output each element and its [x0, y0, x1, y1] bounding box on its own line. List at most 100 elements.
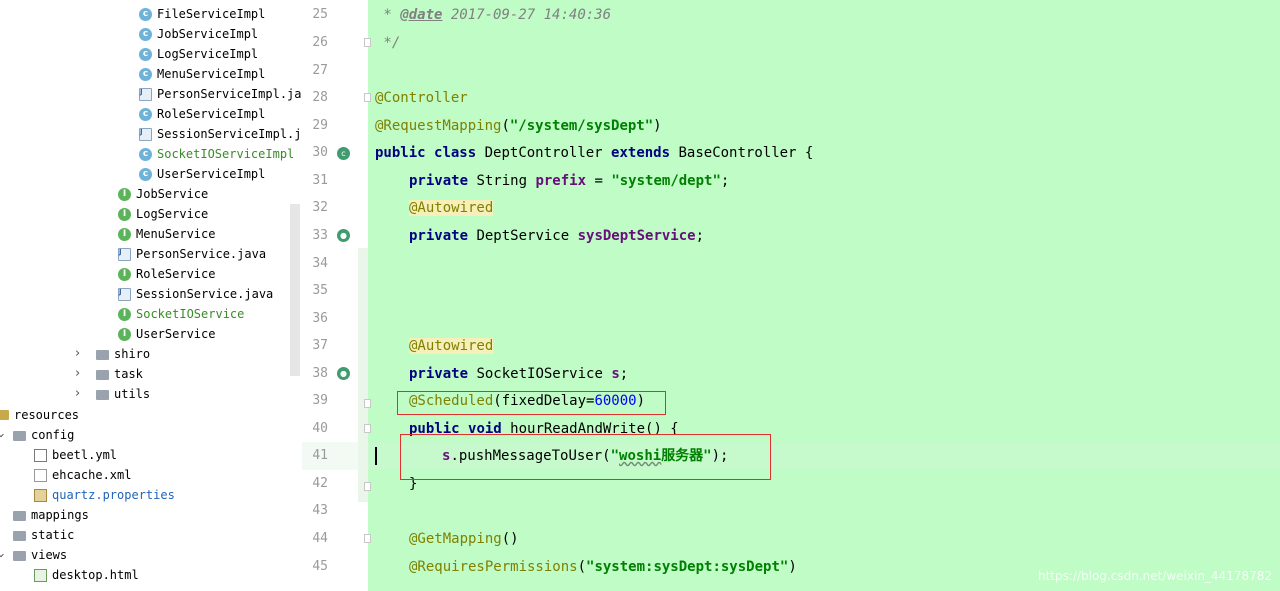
chevron-down-icon[interactable]: ›	[0, 553, 8, 558]
tree-item-label: MenuService	[136, 227, 216, 241]
tree-item[interactable]: c RoleServiceImpl	[139, 104, 265, 124]
folder-icon	[13, 550, 26, 561]
line-number[interactable]: 30	[302, 139, 328, 167]
interface-icon: I	[118, 327, 131, 341]
line-number[interactable]: 31	[302, 167, 328, 195]
fold-marker[interactable]	[364, 93, 371, 102]
fold-marker[interactable]	[364, 534, 371, 543]
properties-file-icon	[34, 488, 47, 502]
bean-gutter-icon[interactable]: ●	[337, 229, 350, 242]
tree-folder[interactable]: utils	[96, 384, 150, 404]
highlight-box-push-call	[400, 434, 771, 480]
line-number[interactable]: 41	[302, 442, 328, 470]
tree-item[interactable]: I SocketIOService	[118, 304, 244, 324]
line-number[interactable]: 42	[302, 470, 328, 498]
tree-item[interactable]: c UserServiceImpl	[139, 164, 265, 184]
tree-item-label: utils	[114, 387, 151, 401]
tree-item[interactable]: I RoleService	[118, 264, 215, 284]
code-line: private SocketIOService s;	[409, 366, 629, 382]
chevron-down-icon[interactable]: ›	[0, 433, 8, 438]
fold-marker[interactable]	[364, 38, 371, 47]
tree-item[interactable]: c JobServiceImpl	[139, 24, 258, 44]
tree-item[interactable]: I MenuService	[118, 224, 215, 244]
folder-icon	[13, 530, 26, 541]
project-tree-panel: c FileServiceImpl c JobServiceImpl c LogSer…	[0, 0, 303, 591]
tree-folder[interactable]: config	[13, 425, 74, 445]
line-number[interactable]: 27	[302, 57, 328, 85]
tree-scrollbar-thumb[interactable]	[290, 204, 300, 376]
tree-item-label: JobServiceImpl	[157, 27, 259, 41]
tree-item[interactable]: I UserService	[118, 324, 215, 344]
line-number[interactable]: 37	[302, 332, 328, 360]
chevron-right-icon[interactable]: ›	[75, 366, 80, 381]
chevron-right-icon[interactable]: ›	[75, 386, 80, 401]
code-line: @Autowired	[409, 338, 494, 354]
folder-icon	[96, 349, 109, 360]
line-number[interactable]: 40	[302, 415, 328, 443]
line-number[interactable]: 33	[302, 222, 328, 250]
line-number[interactable]: 38	[302, 360, 328, 388]
yml-file-icon	[34, 448, 47, 462]
fold-marker[interactable]	[364, 482, 371, 491]
tree-item-label: static	[31, 528, 75, 542]
tree-folder[interactable]: shiro	[96, 344, 150, 364]
tree-item-label: MenuServiceImpl	[157, 67, 266, 81]
tree-folder[interactable]: resources	[0, 405, 79, 425]
tree-item[interactable]: SessionServiceImpl.java	[139, 122, 302, 144]
tree-folder[interactable]: static	[13, 525, 74, 545]
tree-item-label: JobService	[136, 187, 209, 201]
tree-item-label: mappings	[31, 508, 89, 522]
tree-item[interactable]: quartz.properties	[34, 485, 175, 505]
tree-item-label: beetl.yml	[52, 448, 118, 462]
line-number[interactable]: 29	[302, 112, 328, 140]
tree-item[interactable]: desktop.html	[34, 565, 139, 585]
code-line: @RequiresPermissions("system:sysDept:sys…	[409, 559, 797, 575]
tree-item-label: UserService	[136, 327, 216, 341]
tree-item[interactable]: SessionService.java	[118, 282, 273, 304]
line-number[interactable]: 44	[302, 525, 328, 553]
text-cursor	[375, 447, 377, 465]
line-number[interactable]: 28	[302, 84, 328, 112]
code-editor[interactable]	[368, 0, 1280, 591]
line-number[interactable]: 32	[302, 194, 328, 222]
line-number[interactable]: 45	[302, 553, 328, 581]
tree-item[interactable]: I LogService	[118, 204, 208, 224]
tree-item-label: LogService	[136, 207, 209, 221]
line-number[interactable]: 39	[302, 387, 328, 415]
tree-folder[interactable]: mappings	[13, 505, 89, 525]
java-file-icon	[139, 82, 152, 102]
tree-item-label: ehcache.xml	[52, 468, 132, 482]
code-line: @GetMapping()	[409, 531, 519, 547]
class-icon: c	[139, 147, 152, 161]
interface-icon: I	[118, 267, 131, 281]
line-number[interactable]: 43	[302, 497, 328, 525]
tree-item[interactable]: PersonServiceImpl.java	[139, 82, 302, 104]
tree-item[interactable]: c LogServiceImpl	[139, 44, 258, 64]
tree-item[interactable]: c MenuServiceImpl	[139, 64, 265, 84]
tree-item-label: SessionServiceImpl.java	[157, 127, 302, 141]
fold-marker[interactable]	[364, 399, 371, 408]
tree-item[interactable]: beetl.yml	[34, 445, 117, 465]
tree-item[interactable]: ehcache.xml	[34, 465, 131, 485]
line-number[interactable]: 25	[302, 1, 328, 29]
tree-item[interactable]: c FileServiceImpl	[139, 4, 265, 24]
line-number[interactable]: 26	[302, 29, 328, 57]
code-line: private DeptService sysDeptService;	[409, 228, 705, 244]
tree-folder[interactable]: views	[13, 545, 67, 565]
line-number[interactable]: 34	[302, 250, 328, 278]
class-icon: c	[139, 47, 152, 61]
tree-item[interactable]: I JobService	[118, 184, 208, 204]
tree-item-label: task	[114, 367, 143, 381]
chevron-right-icon[interactable]: ›	[75, 346, 80, 361]
tree-item-label: LogServiceImpl	[157, 47, 259, 61]
fold-marker[interactable]	[364, 424, 371, 433]
code-line: @RequestMapping("/system/sysDept")	[375, 118, 662, 134]
line-number[interactable]: 35	[302, 277, 328, 305]
bean-gutter-icon[interactable]: ●	[337, 367, 350, 380]
tree-item[interactable]: c SocketIOServiceImpl	[139, 144, 294, 164]
override-gutter-icon[interactable]: c	[337, 147, 350, 160]
tree-folder[interactable]: task	[96, 364, 143, 384]
tree-item[interactable]: PersonService.java	[118, 242, 266, 264]
tree-item-label: RoleServiceImpl	[157, 107, 266, 121]
line-number[interactable]: 36	[302, 305, 328, 333]
